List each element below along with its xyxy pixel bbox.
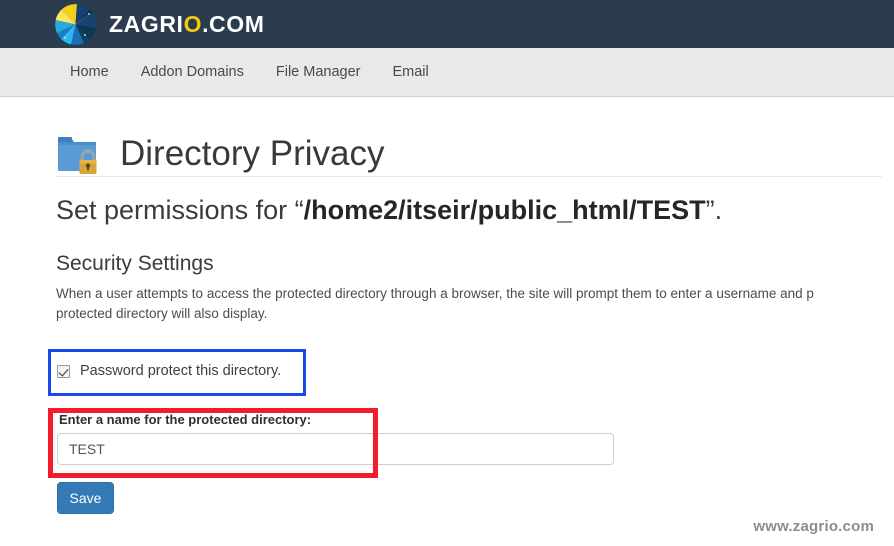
- password-protect-row[interactable]: Password protect this directory.: [57, 364, 281, 379]
- password-protect-label[interactable]: Password protect this directory.: [80, 364, 281, 379]
- site-header: ZAGRIO.COM: [0, 0, 894, 48]
- title-divider: [56, 176, 882, 177]
- security-settings-description: When a user attempts to access the prote…: [56, 286, 814, 321]
- save-button[interactable]: Save: [57, 482, 114, 514]
- main-navbar: Home Addon Domains File Manager Email: [0, 48, 894, 97]
- nav-item-addon-domains[interactable]: Addon Domains: [125, 65, 260, 80]
- password-protect-checkbox[interactable]: [57, 364, 70, 378]
- brand[interactable]: ZAGRIO.COM: [55, 3, 265, 45]
- brand-text: ZAGRIO.COM: [109, 10, 265, 37]
- page-header: Directory Privacy: [56, 113, 384, 195]
- nav-item-file-manager[interactable]: File Manager: [260, 65, 377, 80]
- page-root: ZAGRIO.COM Home Addon Domains File Manag…: [0, 0, 894, 546]
- zagrio-globe-logo-icon: [55, 3, 96, 45]
- brand-prefix: ZAGRI: [109, 10, 184, 37]
- security-settings-heading: Security Settings: [56, 252, 214, 275]
- set-permissions-heading: Set permissions for “/home2/itseir/publi…: [56, 194, 722, 226]
- watermark: www.zagrio.com: [753, 518, 874, 535]
- page-title: Directory Privacy: [120, 134, 385, 174]
- brand-highlight: O: [183, 10, 203, 37]
- subheading-prefix: Set permissions for “: [56, 195, 304, 225]
- nav-item-list: Home Addon Domains File Manager Email: [58, 48, 445, 96]
- nav-item-home[interactable]: Home: [58, 65, 125, 80]
- nav-item-email[interactable]: Email: [376, 65, 444, 80]
- red-annotation-box: [48, 408, 378, 478]
- subheading-suffix: ”.: [705, 195, 723, 225]
- brand-suffix: .COM: [202, 10, 265, 37]
- directory-path: /home2/itseir/public_html/TEST: [303, 195, 706, 225]
- folder-lock-icon: [56, 131, 106, 177]
